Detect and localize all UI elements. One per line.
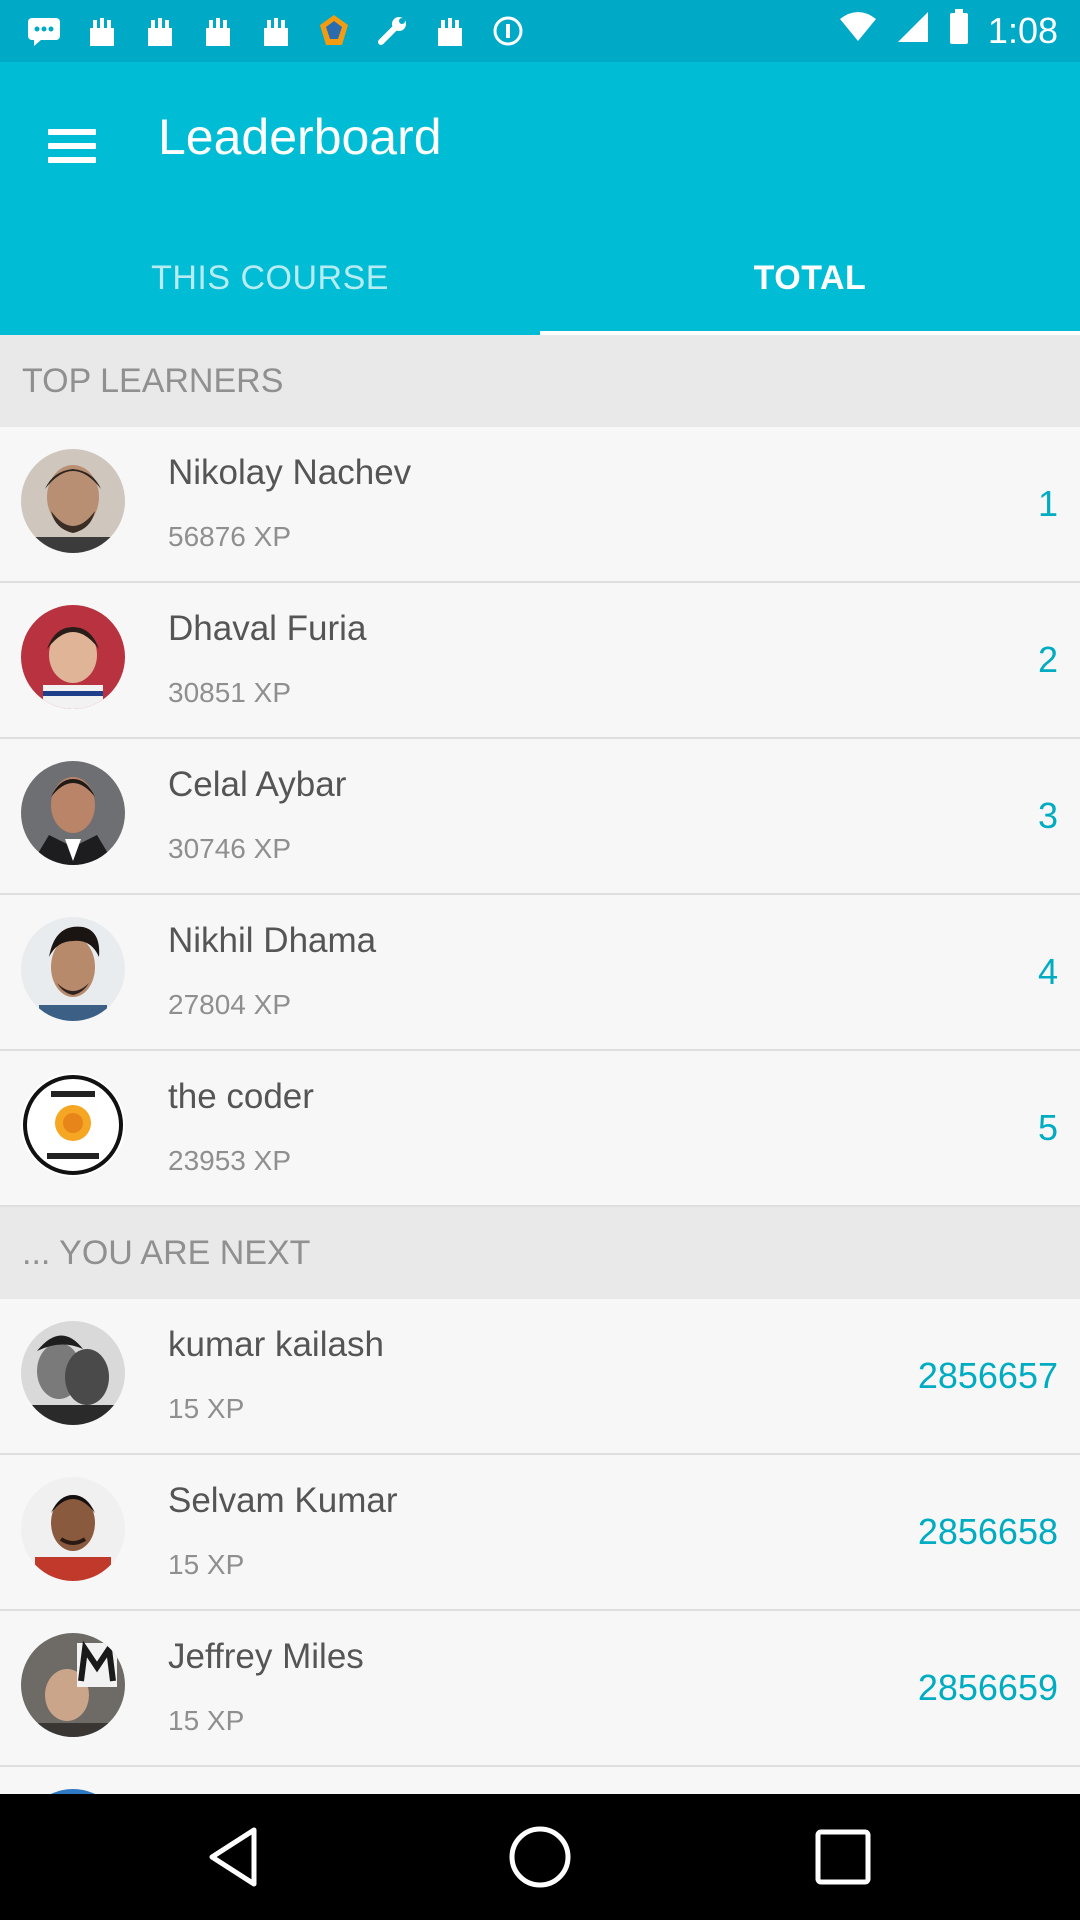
learner-rank: 5: [1037, 1107, 1058, 1148]
learner-name: Nikolay Nachev: [168, 453, 412, 492]
leaderboard-row[interactable]: Dhaval Furia 30851 XP 2: [0, 583, 1080, 739]
section-header-top-learners: TOP LEARNERS: [0, 335, 1080, 427]
leaderboard-row[interactable]: Celal Aybar 30746 XP 3: [0, 739, 1080, 895]
notification-icons: [26, 10, 526, 52]
learner-name: the coder: [168, 1077, 314, 1116]
avatar: [21, 1073, 125, 1177]
learner-xp: 15 XP: [168, 1549, 245, 1580]
avatar: [21, 1321, 125, 1425]
leaderboard-row[interactable]: Nikhil Dhama 27804 XP 4: [0, 895, 1080, 1051]
learner-rank: 4: [1037, 951, 1058, 992]
learner-xp: 27804 XP: [168, 989, 291, 1020]
recent-apps-button[interactable]: [808, 1822, 878, 1892]
learner-xp: 23953 XP: [168, 1145, 291, 1176]
avatar: [21, 1633, 125, 1737]
learner-name: Celal Aybar: [168, 765, 347, 804]
page-title: Leaderboard: [158, 109, 442, 165]
square-icon: [815, 1829, 871, 1885]
wifi-icon: [838, 10, 878, 52]
app-icon: [316, 13, 352, 49]
learner-rank: 2856658: [917, 1511, 1058, 1552]
app-bar: Leaderboard THIS COURSE TOTAL: [0, 62, 1080, 337]
tab-total[interactable]: TOTAL: [540, 222, 1080, 335]
back-triangle-icon: [209, 1827, 257, 1887]
learner-name: Jeffrey Miles: [168, 1637, 364, 1676]
menu-button[interactable]: [44, 118, 100, 174]
leaderboard-row-partial[interactable]: [0, 1767, 1080, 1794]
learner-name: Selvam Kumar: [168, 1481, 398, 1520]
status-bar: 1:08: [0, 0, 1080, 62]
signal-icon: [896, 10, 930, 53]
avatar: [21, 449, 125, 553]
avatar: [21, 761, 125, 865]
tab-this-course[interactable]: THIS COURSE: [0, 222, 540, 335]
battery-icon: [948, 8, 970, 54]
back-button[interactable]: [202, 1822, 272, 1892]
learner-xp: 56876 XP: [168, 521, 291, 552]
learner-xp: 30851 XP: [168, 677, 291, 708]
cake-icon: [432, 13, 468, 49]
avatar: [21, 917, 125, 1021]
cake-icon: [200, 13, 236, 49]
learner-rank: 2856657: [917, 1355, 1058, 1396]
leaderboard-row[interactable]: Jeffrey Miles 15 XP 2856659: [0, 1611, 1080, 1767]
learner-rank: 2856659: [917, 1667, 1058, 1708]
home-button[interactable]: [505, 1822, 575, 1892]
learner-xp: 15 XP: [168, 1393, 245, 1424]
learner-rank: 2: [1037, 639, 1058, 680]
learner-xp: 30746 XP: [168, 833, 291, 864]
learner-rank: 1: [1037, 483, 1058, 524]
leaderboard-row[interactable]: Nikolay Nachev 56876 XP 1: [0, 427, 1080, 583]
system-status: 1:08: [838, 8, 1058, 54]
leaderboard-row[interactable]: Selvam Kumar 15 XP 2856658: [0, 1455, 1080, 1611]
leaderboard-row[interactable]: the coder 23953 XP 5: [0, 1051, 1080, 1207]
home-circle-icon: [509, 1826, 571, 1888]
section-header-you-are-next: ... YOU ARE NEXT: [0, 1207, 1080, 1299]
cake-icon: [258, 13, 294, 49]
avatar: [21, 605, 125, 709]
learner-name: kumar kailash: [168, 1325, 384, 1364]
learner-rank: 3: [1037, 795, 1058, 836]
learner-name: Nikhil Dhama: [168, 921, 377, 960]
clock: 1:08: [987, 10, 1058, 51]
wrench-icon: [374, 13, 410, 49]
cake-icon: [142, 13, 178, 49]
cake-icon: [84, 13, 120, 49]
learner-name: Dhaval Furia: [168, 609, 367, 648]
learner-xp: 15 XP: [168, 1705, 245, 1736]
circle-icon: [490, 13, 526, 49]
navigation-bar: [0, 1794, 1080, 1920]
avatar: [21, 1477, 125, 1581]
leaderboard-row[interactable]: kumar kailash 15 XP 2856657: [0, 1299, 1080, 1455]
chat-icon: [26, 13, 62, 49]
